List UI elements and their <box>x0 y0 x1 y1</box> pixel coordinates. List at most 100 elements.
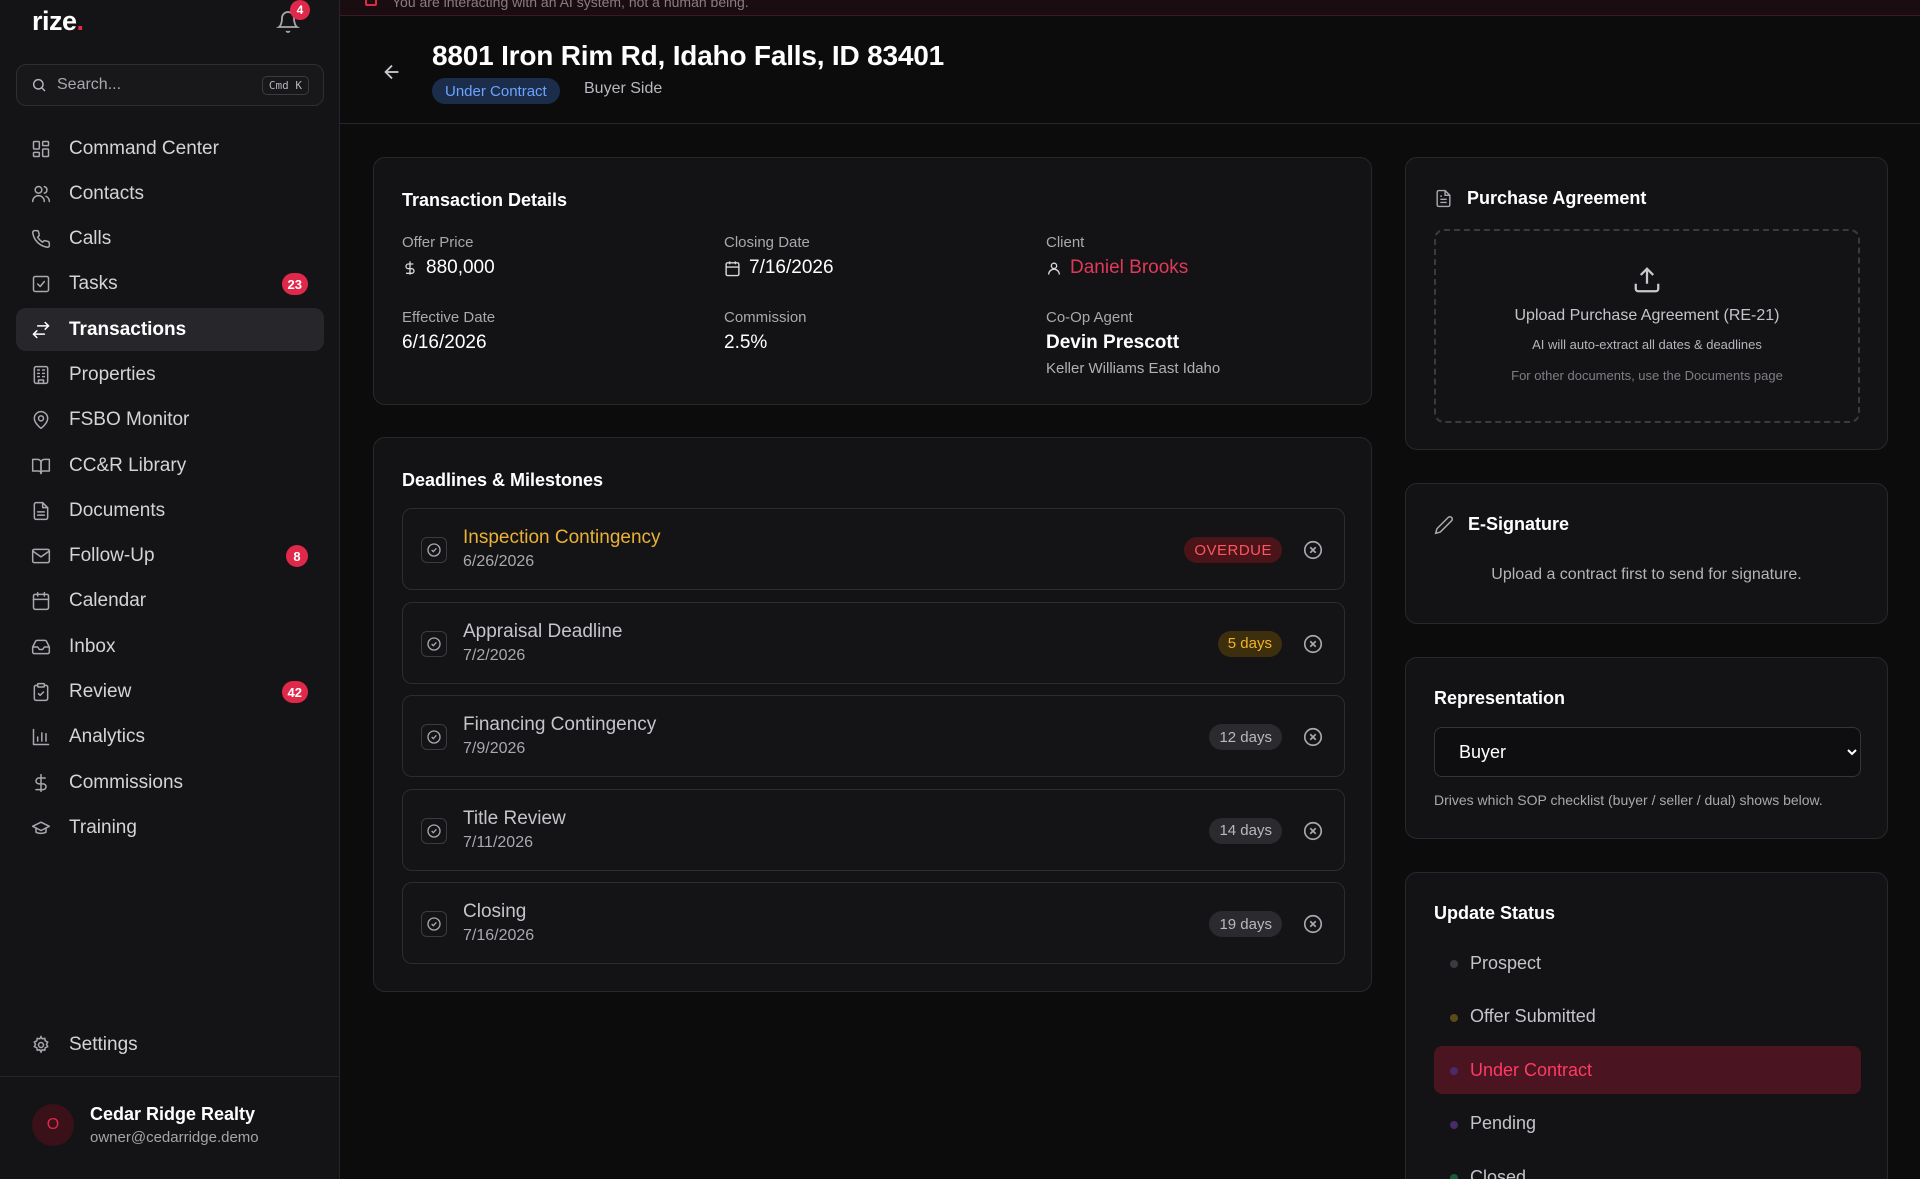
sidebar-item-analytics[interactable]: Analytics <box>16 716 324 759</box>
account-switcher[interactable]: O Cedar Ridge Realty owner@cedarridge.de… <box>32 1104 259 1146</box>
update-status-card: Update Status Prospect Offer Submitted Und… <box>1405 872 1888 1179</box>
card-title: Deadlines & Milestones <box>402 470 604 490</box>
sidebar-item-properties[interactable]: Properties <box>16 353 324 396</box>
divider <box>0 1076 340 1077</box>
client-field: Client Daniel Brooks <box>1046 234 1188 279</box>
sidebar-item-label: Transactions <box>69 318 187 340</box>
deadlines-card: Deadlines & Milestones Inspection Contin… <box>373 437 1372 992</box>
status-option-prospect[interactable]: Prospect <box>1434 939 1861 987</box>
sidebar-item-label: CC&R Library <box>69 454 187 476</box>
sidebar-item-settings[interactable]: Settings <box>16 1023 324 1066</box>
alert-icon <box>365 0 377 6</box>
deadline-name: Inspection Contingency <box>463 527 661 548</box>
representation-select[interactable]: Buyer <box>1434 727 1861 777</box>
search-box[interactable]: Cmd K <box>16 64 324 106</box>
search-shortcut: Cmd K <box>261 75 309 95</box>
inbox-icon <box>30 636 52 658</box>
dismiss-icon[interactable] <box>1302 539 1324 561</box>
complete-checkbox[interactable] <box>421 911 447 937</box>
sidebar-item-label: Tasks <box>69 273 118 295</box>
sidebar-item-contacts[interactable]: Contacts <box>16 172 324 215</box>
arrow-left-icon <box>384 64 399 80</box>
sidebar-item-documents[interactable]: Documents <box>16 489 324 532</box>
sidebar-item-cc-r-library[interactable]: CC&R Library <box>16 444 324 487</box>
card-title: Transaction Details <box>402 190 568 210</box>
sidebar-item-transactions[interactable]: Transactions <box>16 308 324 352</box>
deadline-status-badge: 19 days <box>1209 911 1282 937</box>
sidebar-item-follow-up[interactable]: Follow-Up 8 <box>16 535 324 578</box>
ai-disclosure-banner: You are interacting with an AI system, n… <box>340 0 1920 16</box>
deadline-date: 6/26/2026 <box>463 553 535 570</box>
sidebar-item-calls[interactable]: Calls <box>16 218 324 261</box>
main-nav: Command Center Contacts Calls Tasks 23 Transa… <box>16 127 324 852</box>
representation-help: Drives which SOP checklist (buyer / sell… <box>1434 792 1823 808</box>
commission-field: Commission 2.5% <box>724 309 807 354</box>
file-icon <box>30 500 52 522</box>
search-input[interactable] <box>57 76 247 94</box>
effective-date-value: 6/16/2026 <box>402 332 487 353</box>
card-title: Purchase Agreement <box>1467 188 1647 208</box>
ai-disclosure-text: You are interacting with an AI system, n… <box>392 0 749 10</box>
notification-badge: 4 <box>290 0 310 20</box>
sidebar-item-calendar[interactable]: Calendar <box>16 580 324 623</box>
coop-agent-field: Co-Op Agent Devin Prescott Keller Willia… <box>1046 309 1220 377</box>
dismiss-icon[interactable] <box>1302 820 1324 842</box>
deadline-row: Financing Contingency 7/9/2026 12 days <box>402 695 1345 777</box>
status-option-pending[interactable]: Pending <box>1434 1100 1861 1148</box>
status-dot <box>1450 1120 1458 1129</box>
app-logo[interactable]: rize. <box>32 6 84 37</box>
search-icon <box>32 78 46 92</box>
sidebar-item-commissions[interactable]: Commissions <box>16 761 324 804</box>
closing-date-value: 7/16/2026 <box>749 257 834 278</box>
upload-dropzone[interactable]: Upload Purchase Agreement (RE-21) AI wil… <box>1434 229 1860 423</box>
deadline-status-badge: OVERDUE <box>1184 537 1282 563</box>
status-label: Under Contract <box>1470 1059 1593 1080</box>
deadline-status-badge: 5 days <box>1217 630 1282 657</box>
dismiss-icon[interactable] <box>1302 913 1324 935</box>
deadline-date: 7/2/2026 <box>463 646 526 664</box>
complete-checkbox[interactable] <box>421 724 447 750</box>
sidebar-item-training[interactable]: Training <box>16 806 324 849</box>
calendar-icon <box>30 590 52 612</box>
check-circle-icon <box>427 823 441 838</box>
sidebar-item-label: Inbox <box>69 635 116 657</box>
complete-checkbox[interactable] <box>421 630 447 657</box>
sidebar-item-fsbo-monitor[interactable]: FSBO Monitor <box>16 399 324 442</box>
sidebar-item-tasks[interactable]: Tasks 23 <box>16 263 324 306</box>
status-option-closed[interactable]: Closed <box>1434 1153 1861 1179</box>
deadline-status-badge: 14 days <box>1209 817 1282 844</box>
sidebar-item-command-center[interactable]: Command Center <box>16 127 324 170</box>
status-badge: Under Contract <box>432 78 560 104</box>
dismiss-icon[interactable] <box>1302 726 1324 748</box>
dollar-icon <box>405 261 415 275</box>
dollar-icon <box>30 772 52 794</box>
status-label: Closed <box>1470 1166 1527 1179</box>
sidebar-item-label: Command Center <box>69 137 219 159</box>
status-option-under-contract[interactable]: Under Contract <box>1434 1046 1861 1094</box>
ai-extract-note: AI will auto-extract all dates & deadlin… <box>1532 337 1762 352</box>
calendar-icon <box>725 260 740 276</box>
account-name: Cedar Ridge Realty <box>90 1104 256 1124</box>
complete-checkbox[interactable] <box>421 817 447 844</box>
deadline-row: Title Review 7/11/2026 14 days <box>402 788 1345 871</box>
other-docs-note: For other documents, use the Documents p… <box>1511 368 1783 383</box>
dismiss-icon[interactable] <box>1302 633 1324 655</box>
status-dot <box>1450 1174 1458 1179</box>
sidebar-item-inbox[interactable]: Inbox <box>16 625 324 668</box>
sidebar-item-label: FSBO Monitor <box>69 409 190 431</box>
sidebar-item-label: Properties <box>69 363 156 385</box>
checkbox-icon <box>30 273 52 295</box>
sidebar-item-review[interactable]: Review 42 <box>16 671 324 714</box>
field-label: Commission <box>724 309 807 326</box>
status-label: Offer Submitted <box>1470 1006 1596 1026</box>
status-option-offer-submitted[interactable]: Offer Submitted <box>1434 993 1861 1041</box>
back-button[interactable] <box>378 58 406 86</box>
check-circle-icon <box>427 636 441 651</box>
page-title: 8801 Iron Rim Rd, Idaho Falls, ID 83401 <box>432 40 944 71</box>
complete-checkbox[interactable] <box>421 537 447 563</box>
status-label: Prospect <box>1470 952 1542 973</box>
check-circle-icon <box>427 730 441 744</box>
status-dot <box>1450 1067 1458 1075</box>
check-circle-icon <box>427 917 441 931</box>
client-link[interactable]: Daniel Brooks <box>1070 257 1188 279</box>
